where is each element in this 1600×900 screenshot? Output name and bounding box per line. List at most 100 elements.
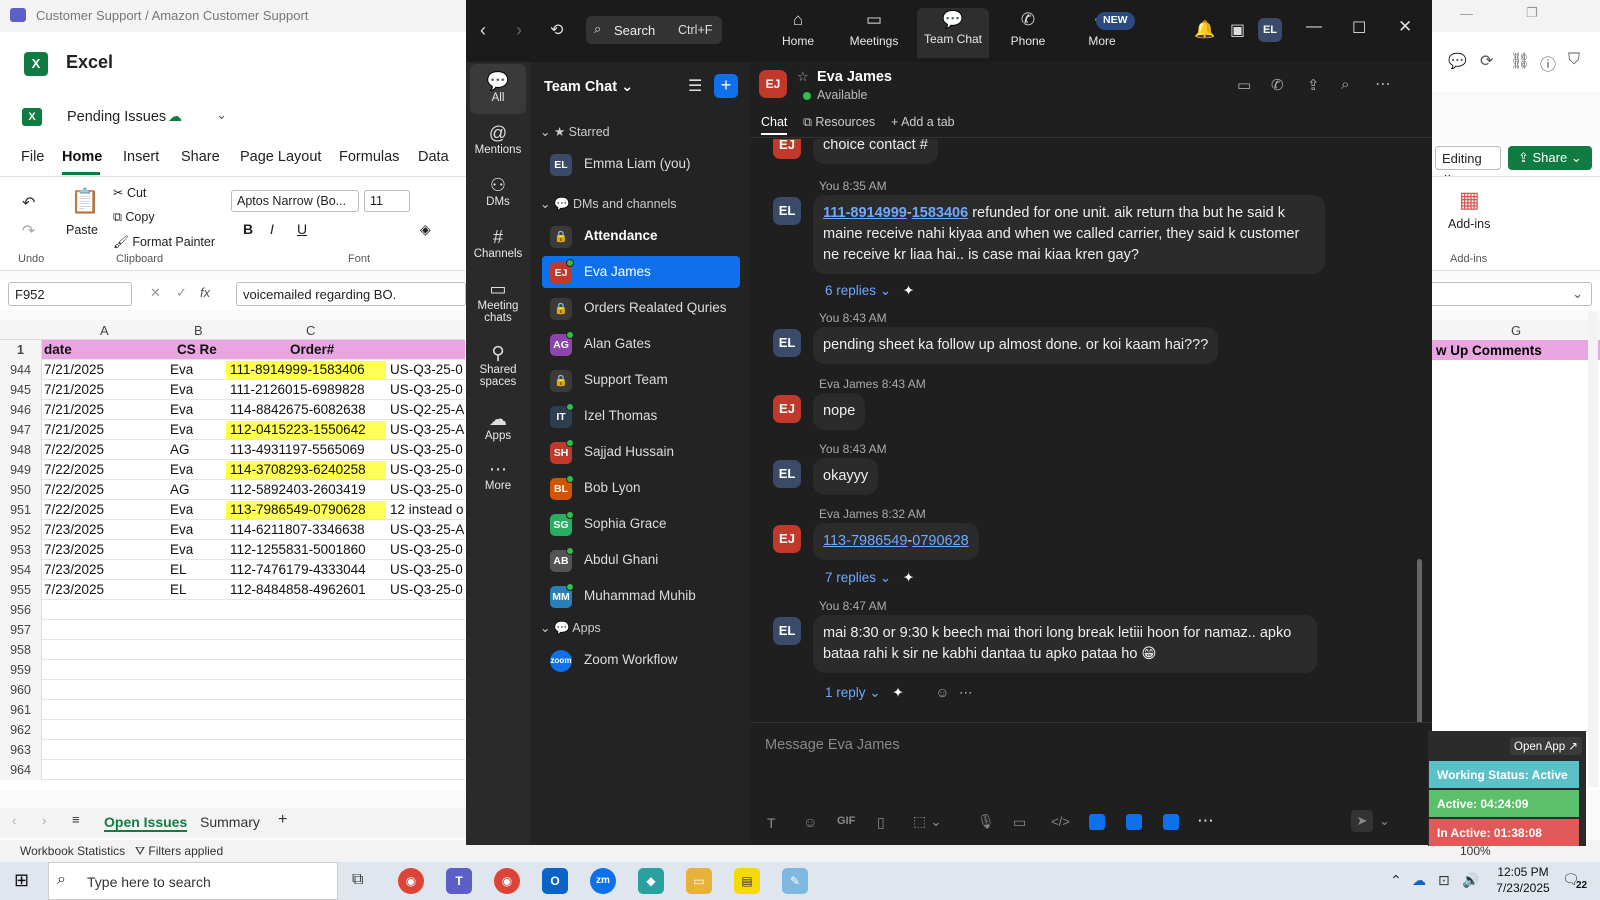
list-item[interactable]: AB Abdul Ghani	[542, 544, 740, 576]
contact-name[interactable]: Eva James	[817, 69, 892, 85]
table-row[interactable]: 955 7/23/2025 EL 112-8484858-4962601 US-Q3-2…	[0, 580, 465, 600]
link-icon[interactable]: ⛓	[1510, 51, 1530, 71]
list-item[interactable]: SG Sophia Grace	[542, 508, 740, 540]
table-row[interactable]: 964	[0, 760, 465, 780]
cell-date[interactable]: 7/21/2025	[44, 382, 104, 397]
nav-phone[interactable]: ✆ Phone	[996, 10, 1060, 56]
rail-mentions[interactable]: @ Mentions	[470, 122, 526, 156]
row-number[interactable]: 963	[0, 740, 42, 760]
cell-cs-rep[interactable]: Eva	[170, 422, 193, 437]
new-chat-icon[interactable]: +	[714, 74, 738, 98]
table-row[interactable]: 948 7/22/2025 AG 113-4931197-5565069 US-Q3-2…	[0, 440, 465, 460]
col-g[interactable]: G	[1432, 320, 1600, 340]
back-icon[interactable]: ‹	[480, 20, 486, 41]
cell-cs-rep[interactable]: Eva	[170, 522, 193, 537]
cell-cs-rep[interactable]: Eva	[170, 542, 193, 557]
table-row[interactable]: 951 7/22/2025 Eva 113-7986549-0790628 12 ins…	[0, 500, 465, 520]
cell-description[interactable]: US-Q3-25-0	[390, 382, 465, 397]
sheet-tab-summary[interactable]: Summary	[200, 814, 260, 830]
microphone-icon[interactable]: 🎙	[977, 813, 995, 830]
zoom-icon[interactable]: zm	[590, 868, 616, 894]
menu-file[interactable]: File	[21, 149, 44, 165]
calendar-icon[interactable]: ▣	[1230, 20, 1245, 40]
cell-description[interactable]: US-Q3-25-A	[390, 422, 465, 437]
table-row[interactable]: 945 7/21/2025 Eva 111-2126015-6989828 US-Q3-…	[0, 380, 465, 400]
cancel-icon[interactable]: ✕	[150, 285, 161, 301]
star-icon[interactable]: ☆	[797, 69, 809, 85]
row-number[interactable]: 958	[0, 640, 42, 660]
cell-cs-rep[interactable]: EL	[170, 582, 187, 597]
phone-call-icon[interactable]: ✆	[1271, 76, 1284, 94]
cell-description[interactable]: US-Q3-25-0	[390, 462, 465, 477]
row-number[interactable]: 951	[0, 500, 42, 520]
tab-add[interactable]: + Add a tab	[891, 115, 955, 129]
info-icon[interactable]: ⓘ	[1540, 51, 1556, 75]
app-icon[interactable]: ◆	[638, 868, 664, 894]
all-sheets-icon[interactable]: ≡	[72, 812, 80, 827]
row-number[interactable]: 961	[0, 700, 42, 720]
list-item[interactable]: IT Izel Thomas	[542, 400, 740, 432]
menu-home[interactable]: Home	[62, 149, 102, 165]
network-icon[interactable]: ⊡	[1438, 872, 1450, 889]
filter-icon[interactable]: ☰	[688, 76, 702, 96]
emoji-icon[interactable]: ☺	[803, 814, 817, 830]
volume-icon[interactable]: 🔊	[1462, 872, 1479, 889]
history-icon[interactable]: ⟲	[550, 20, 563, 40]
redo-icon[interactable]: ↷	[22, 221, 35, 241]
cell-date[interactable]: 7/22/2025	[44, 462, 104, 477]
cell-order[interactable]: 112-5892403-2603419	[226, 481, 386, 499]
more-options-icon[interactable]: ⋯	[1375, 74, 1391, 94]
paste-icon[interactable]: 📋	[70, 187, 100, 216]
windows-start-icon[interactable]: ⊞	[14, 870, 29, 891]
emoji-react-icon[interactable]: ☺	[935, 685, 949, 700]
row-number[interactable]: 952	[0, 520, 42, 540]
table-row[interactable]: 956	[0, 600, 465, 620]
comments-icon[interactable]: 💬	[1448, 52, 1467, 70]
col-b[interactable]: B	[194, 323, 203, 338]
sparkle-icon[interactable]: ✦	[892, 685, 903, 700]
order-link[interactable]: 1583406	[912, 205, 968, 221]
replies-button[interactable]: 7 replies ⌄ ✦	[825, 570, 914, 586]
cell-cs-rep[interactable]: Eva	[170, 402, 193, 417]
table-row[interactable]: 950 7/22/2025 AG 112-5892403-2603419 US-Q3-2…	[0, 480, 465, 500]
message-bubble[interactable]: mai 8:30 or 9:30 k beech mai thori long …	[813, 615, 1317, 673]
section-dms[interactable]: ⌄ 💬 DMs and channels	[540, 196, 677, 212]
menu-share[interactable]: Share	[181, 149, 220, 165]
nav-team-chat[interactable]: 💬 Team Chat	[917, 8, 989, 58]
clock-date[interactable]: 7/23/2025	[1488, 881, 1558, 895]
send-options-icon[interactable]: ⌄	[1379, 813, 1390, 829]
menu-data[interactable]: Data	[418, 149, 449, 165]
cell-order[interactable]: 114-6211807-3346638	[226, 521, 386, 539]
file-explorer-icon[interactable]: ▭	[686, 868, 712, 894]
cell-date[interactable]: 7/23/2025	[44, 562, 104, 577]
col-a[interactable]: A	[100, 323, 109, 338]
copy-button[interactable]: ⧉ Copy	[113, 210, 155, 225]
send-icon[interactable]: ➤	[1351, 810, 1373, 832]
order-link[interactable]: 113-7986549	[823, 533, 907, 549]
row-number[interactable]: 944	[0, 360, 42, 380]
chrome-icon[interactable]: ◉	[398, 868, 424, 894]
editing-mode-button[interactable]: Editing ⌄	[1435, 146, 1501, 181]
font-size-select[interactable]: 11	[364, 190, 410, 212]
more-actions-icon[interactable]: ⋯	[959, 685, 973, 700]
replies-button[interactable]: 6 replies ⌄ ✦	[825, 283, 914, 299]
bell-icon[interactable]: 🔔	[1194, 20, 1215, 40]
forward-icon[interactable]: ›	[516, 20, 522, 41]
list-item[interactable]: MM Muhammad Muhib	[542, 580, 740, 612]
team-chat-title[interactable]: Team Chat ⌄	[544, 79, 633, 95]
notepad-icon[interactable]: ✎	[782, 868, 808, 894]
share-screen-icon[interactable]: ⇪	[1307, 76, 1320, 94]
row-number[interactable]: 955	[0, 580, 42, 600]
cell-description[interactable]: 12 instead o	[390, 502, 465, 517]
row-number[interactable]: 953	[0, 540, 42, 560]
share-button[interactable]: ⇪ Share ⌄	[1508, 146, 1592, 170]
file-name[interactable]: Pending Issues	[67, 109, 166, 125]
function-icon[interactable]: fx	[200, 285, 210, 300]
table-row[interactable]: 946 7/21/2025 Eva 114-8842675-6082638 US-Q2-…	[0, 400, 465, 420]
menu-formulas[interactable]: Formulas	[339, 149, 399, 165]
tab-chat[interactable]: Chat	[761, 115, 788, 135]
header-cs[interactable]: CS Re	[177, 342, 217, 357]
message-bubble[interactable]: 111-8914999-1583406 refunded for one uni…	[813, 195, 1325, 274]
rail-shared-spaces[interactable]: ⚲ Shared spaces	[470, 342, 526, 388]
list-item[interactable]: 🔒 Orders Realated Quries	[542, 292, 740, 324]
